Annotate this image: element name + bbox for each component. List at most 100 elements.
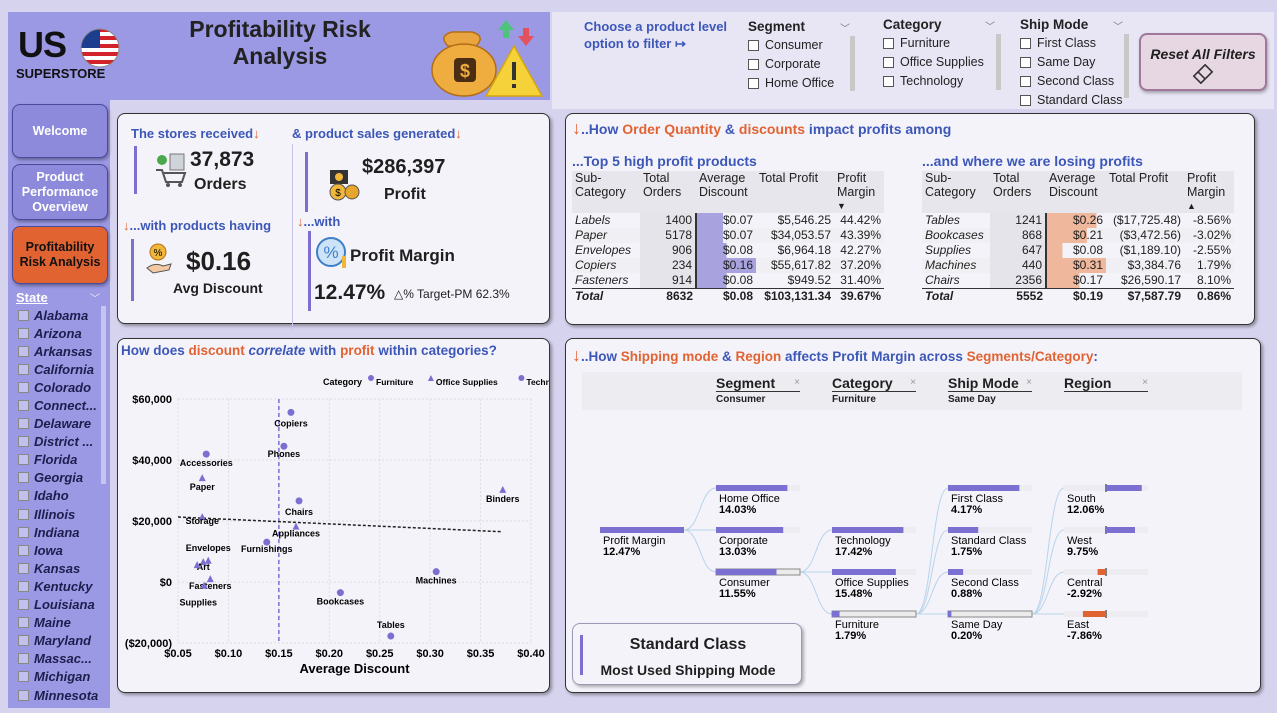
close-icon[interactable]: × <box>1026 377 1032 388</box>
checkbox[interactable] <box>18 490 29 502</box>
checkbox[interactable] <box>18 689 29 701</box>
checkbox[interactable] <box>18 580 29 592</box>
tree-shipmode-node-bar[interactable] <box>948 527 979 533</box>
segment-option[interactable]: Home Office <box>748 76 858 90</box>
sort-arrow-icon[interactable]: ▼ <box>837 199 881 213</box>
tree-segment-node-bar[interactable] <box>716 569 777 575</box>
state-option[interactable]: Maryland <box>18 632 104 650</box>
discount-profit-scatter[interactable]: Category Furniture Office Supplies Technolo… <box>118 361 549 692</box>
category-option[interactable]: Furniture <box>883 36 998 50</box>
state-option[interactable]: Georgia <box>18 469 104 487</box>
state-option[interactable]: Idaho <box>18 487 104 505</box>
chevron-down-icon[interactable]: ﹀ <box>1113 18 1123 33</box>
category-slicer[interactable]: Category Furniture Office Supplies Techn… <box>883 17 998 93</box>
data-point[interactable] <box>295 497 303 505</box>
tree-category-node-bar[interactable] <box>832 569 896 575</box>
shipmode-scrollbar[interactable] <box>1124 34 1129 98</box>
checkbox[interactable] <box>748 58 759 70</box>
chevron-down-icon[interactable]: ﹀ <box>840 20 850 35</box>
table-row[interactable]: Machines 440 $0.31 $3,384.76 1.79% <box>922 258 1234 273</box>
checkbox[interactable] <box>18 418 29 430</box>
state-option[interactable]: Illinois <box>18 505 104 523</box>
checkbox[interactable] <box>18 653 29 665</box>
checkbox[interactable] <box>18 617 29 629</box>
category-scrollbar[interactable] <box>996 34 1001 90</box>
checkbox[interactable] <box>18 671 29 683</box>
table-row[interactable]: Fasteners 914 $0.08 $949.52 31.40% <box>572 273 884 289</box>
state-option[interactable]: Massac... <box>18 650 104 668</box>
checkbox[interactable] <box>18 436 29 448</box>
segment-scrollbar[interactable] <box>850 36 855 91</box>
state-option[interactable]: Arizona <box>18 324 104 342</box>
data-point[interactable] <box>499 485 507 493</box>
nav-profitability-risk-button[interactable]: Profitability Risk Analysis <box>12 226 108 284</box>
data-point[interactable] <box>432 568 440 576</box>
category-option[interactable]: Office Supplies <box>883 55 998 69</box>
close-icon[interactable]: × <box>910 377 916 388</box>
column-header[interactable]: Total Orders <box>990 171 1046 213</box>
sort-arrow-icon[interactable]: ▲ <box>1187 199 1231 213</box>
checkbox[interactable] <box>1020 75 1031 87</box>
tree-region-node-bar[interactable] <box>1106 527 1135 533</box>
checkbox[interactable] <box>18 400 29 412</box>
checkbox[interactable] <box>1020 37 1031 49</box>
checkbox[interactable] <box>18 345 29 357</box>
checkbox[interactable] <box>18 544 29 556</box>
state-option[interactable]: Maine <box>18 614 104 632</box>
table-row[interactable]: Supplies 647 $0.08 ($1,189.10) -2.55% <box>922 243 1234 258</box>
tree-region-node-bar[interactable] <box>1106 485 1142 491</box>
checkbox[interactable] <box>18 381 29 393</box>
chevron-down-icon[interactable]: ﹀ <box>90 290 100 305</box>
tree-segment-node-bar[interactable] <box>716 485 788 491</box>
column-header[interactable]: Sub-Category <box>922 171 990 213</box>
state-option[interactable]: Alabama <box>18 306 104 324</box>
checkbox[interactable] <box>18 327 29 339</box>
tree-shipmode-node-bar[interactable] <box>948 569 964 575</box>
table-row[interactable]: Chairs 2356 $0.17 $26,590.17 8.10% <box>922 273 1234 289</box>
table-row[interactable]: Labels 1400 $0.07 $5,546.25 44.42% <box>572 213 884 228</box>
state-option[interactable]: Louisiana <box>18 596 104 614</box>
close-icon[interactable]: × <box>1142 377 1148 388</box>
tree-root-bar[interactable] <box>600 527 684 533</box>
data-point[interactable] <box>387 632 395 640</box>
state-option[interactable]: District ... <box>18 433 104 451</box>
checkbox[interactable] <box>748 77 759 89</box>
state-slicer[interactable]: Alabama Arizona Arkansas California Colorado… <box>18 306 104 704</box>
column-header[interactable]: Profit Margin ▲ <box>1184 171 1234 213</box>
tree-region-node-bar[interactable] <box>1082 611 1106 617</box>
state-option[interactable]: California <box>18 360 104 378</box>
shipmode-option[interactable]: Second Class <box>1020 74 1130 88</box>
tree-level-header[interactable]: Ship Mode × Same Day <box>948 375 1032 405</box>
checkbox[interactable] <box>883 56 894 68</box>
column-header[interactable]: Total Profit <box>1106 171 1184 213</box>
checkbox[interactable] <box>748 39 759 51</box>
tree-shipmode-node-track[interactable] <box>947 610 1033 618</box>
state-option[interactable]: Connect... <box>18 396 104 414</box>
state-option[interactable]: Minnesota <box>18 686 104 704</box>
table-row[interactable]: Bookcases 868 $0.21 ($3,472.56) -3.02% <box>922 228 1234 243</box>
state-option[interactable]: Delaware <box>18 415 104 433</box>
decomposition-tree[interactable]: Profit Margin12.47%Home Office14.03%Corp… <box>566 469 1260 639</box>
tree-level-header[interactable]: Segment × Consumer <box>716 375 800 405</box>
checkbox[interactable] <box>883 75 894 87</box>
nav-product-performance-button[interactable]: Product Performance Overview <box>12 164 108 220</box>
column-header[interactable]: Profit Margin ▼ <box>834 171 884 213</box>
category-option[interactable]: Technology <box>883 74 998 88</box>
tree-segment-node-bar[interactable] <box>716 527 784 533</box>
tree-region-node-bar[interactable] <box>1097 569 1106 575</box>
column-header[interactable]: Average Discount <box>1046 171 1106 213</box>
chevron-down-icon[interactable]: ﹀ <box>985 18 995 33</box>
state-option[interactable]: Michigan <box>18 668 104 686</box>
state-option[interactable]: Colorado <box>18 378 104 396</box>
column-header[interactable]: Average Discount <box>696 171 756 213</box>
data-point[interactable] <box>198 474 206 482</box>
state-option[interactable]: Indiana <box>18 523 104 541</box>
shipmode-option[interactable]: First Class <box>1020 36 1130 50</box>
checkbox[interactable] <box>18 309 29 321</box>
tree-category-node-bar[interactable] <box>832 611 840 617</box>
tree-level-header[interactable]: Region × <box>1064 375 1148 394</box>
column-header[interactable]: Total Orders <box>640 171 696 213</box>
checkbox[interactable] <box>1020 56 1031 68</box>
data-point[interactable] <box>202 450 210 458</box>
checkbox[interactable] <box>18 599 29 611</box>
